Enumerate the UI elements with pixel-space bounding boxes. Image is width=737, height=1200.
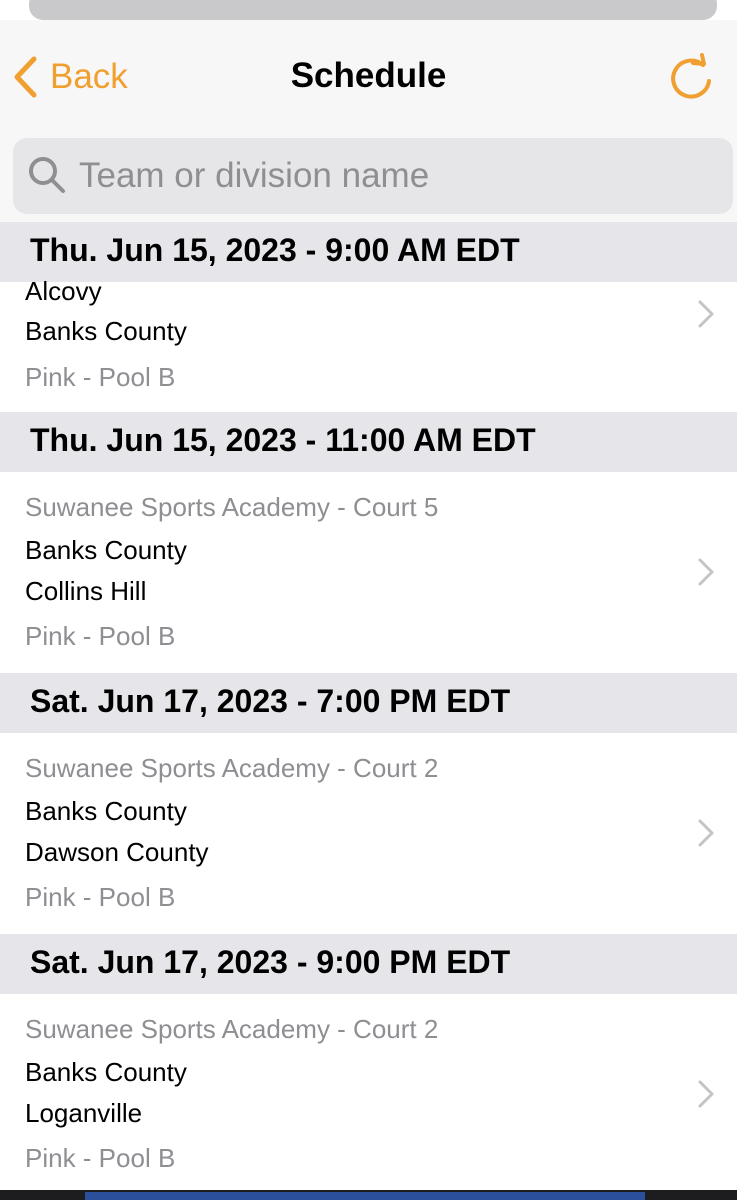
sheet-handle [29, 0, 717, 20]
team-name: Banks County [25, 316, 187, 346]
bottom-edge [0, 1190, 737, 1200]
section-header-label: Thu. Jun 15, 2023 - 11:00 AM EDT [30, 422, 536, 458]
division-label: Pink - Pool B [25, 362, 176, 392]
section-header-label: Thu. Jun 15, 2023 - 9:00 AM EDT [30, 232, 520, 268]
team-name: Alcovy [25, 276, 102, 306]
refresh-button[interactable] [665, 53, 717, 105]
venue-label: Suwanee Sports Academy - Court 5 [25, 492, 439, 522]
chevron-right-icon [698, 819, 714, 847]
chevron-right-icon [698, 1080, 714, 1108]
search-input[interactable] [79, 146, 709, 206]
venue-label: Suwanee Sports Academy - Court 2 [25, 753, 439, 783]
venue-label: Suwanee Sports Academy - Court 2 [25, 1014, 439, 1044]
team-name: Banks County [25, 535, 187, 565]
game-row[interactable]: Suwanee Sports Academy - Court 5 Banks C… [0, 472, 737, 672]
navigation-bar: Back Schedule [0, 20, 737, 134]
schedule-list: Thu. Jun 15, 2023 - 9:00 AM EDT Alcovy B… [0, 222, 737, 1200]
section-header-label: Sat. Jun 17, 2023 - 7:00 PM EDT [30, 683, 511, 719]
refresh-icon [671, 53, 711, 99]
section-header: Sat. Jun 17, 2023 - 7:00 PM EDT [0, 673, 737, 733]
division-label: Pink - Pool B [25, 882, 176, 912]
team-name: Collins Hill [25, 576, 147, 606]
division-label: Pink - Pool B [25, 1143, 176, 1173]
chevron-right-icon [698, 300, 714, 328]
section-header: Thu. Jun 15, 2023 - 11:00 AM EDT [0, 412, 737, 472]
chevron-right-icon [698, 558, 714, 586]
division-label: Pink - Pool B [25, 621, 176, 651]
search-field[interactable] [13, 138, 733, 214]
game-row[interactable]: Suwanee Sports Academy - Court 2 Banks C… [0, 733, 737, 933]
team-name: Banks County [25, 796, 187, 826]
team-name: Dawson County [25, 837, 209, 867]
search-bar [0, 133, 737, 222]
search-icon [29, 157, 65, 193]
team-name: Banks County [25, 1057, 187, 1087]
section-header: Thu. Jun 15, 2023 - 9:00 AM EDT [0, 222, 737, 282]
bottom-tab-strip [85, 1192, 645, 1200]
schedule-screen: Back Schedule Thu. Jun 15, 2023 - 9:00 A… [0, 0, 737, 1200]
section-header-label: Sat. Jun 17, 2023 - 9:00 PM EDT [30, 944, 511, 980]
page-title: Schedule [290, 56, 447, 95]
game-row[interactable]: Suwanee Sports Academy - Court 2 Banks C… [0, 994, 737, 1194]
team-name: Loganville [25, 1098, 143, 1128]
section-header: Sat. Jun 17, 2023 - 9:00 PM EDT [0, 934, 737, 994]
game-row[interactable]: Alcovy Banks County Pink - Pool B [0, 276, 737, 412]
